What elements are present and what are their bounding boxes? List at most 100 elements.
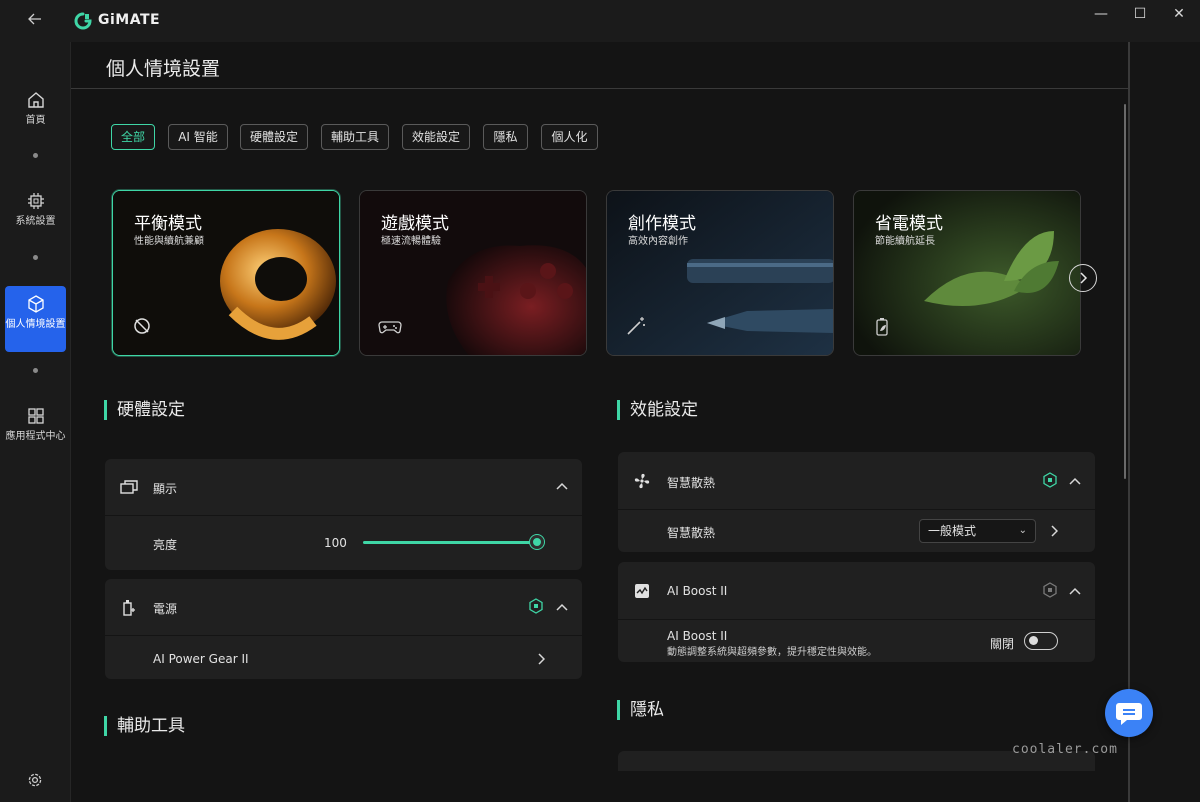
sidebar-item-label: 系統設置 (15, 216, 56, 227)
ai-badge-icon (529, 598, 543, 614)
sidebar-item-label: 個人情境設置 (5, 319, 66, 330)
chevron-up-icon[interactable] (556, 482, 568, 490)
chevron-right-icon[interactable] (1050, 525, 1058, 537)
brightness-label: 亮度 (153, 538, 178, 552)
sidebar: 首頁 系統設置 個人情境設置 應用程式中心 (0, 42, 70, 802)
sidebar-item-scenario[interactable]: 個人情境設置 (5, 286, 66, 352)
gear-icon[interactable] (27, 772, 43, 788)
cube-icon (27, 295, 44, 313)
apps-grid-icon (27, 408, 44, 424)
chevron-up-icon[interactable] (1069, 587, 1081, 595)
toggle-knob (1029, 636, 1038, 645)
main-content: 個人情境設置 全部 AI 智能 硬體設定 輔助工具 效能設定 隱私 個人化 平衡… (70, 42, 1130, 802)
sidebar-item-home[interactable]: 首頁 (5, 82, 66, 148)
nav-separator-dot (33, 368, 38, 373)
home-icon (27, 92, 44, 108)
brightness-slider-thumb[interactable] (530, 535, 544, 549)
brightness-value: 100 (324, 536, 347, 550)
power-battery-icon (123, 600, 135, 616)
sidebar-item-app-center[interactable]: 應用程式中心 (5, 398, 66, 464)
boost-state-label: 關閉 (990, 637, 1015, 651)
cooling-label: 智慧散熱 (667, 476, 716, 490)
balance-icon (134, 318, 150, 334)
sidebar-item-label: 首頁 (25, 115, 46, 126)
cooling-panel: 智慧散熱 智慧散熱 一般模式 ⌄ (618, 452, 1095, 552)
section-heading-performance: 效能設定 (617, 400, 698, 420)
cards-next-button[interactable] (1069, 264, 1097, 292)
maximize-button[interactable]: ☐ (1123, 4, 1157, 24)
chip-all[interactable]: 全部 (111, 124, 155, 150)
mode-card-creative[interactable]: 創作模式 高效內容創作 (606, 190, 834, 356)
battery-leaf-icon (876, 318, 888, 336)
nav-separator-dot (33, 153, 38, 158)
chevron-down-icon: ⌄ (1018, 525, 1027, 536)
arrow-left-icon (28, 13, 41, 25)
power-label: 電源 (153, 602, 178, 616)
cooling-row-label: 智慧散熱 (667, 526, 716, 540)
section-heading-privacy: 隱私 (617, 700, 664, 720)
watermark: coolaler.com (1012, 742, 1118, 757)
chip-accessibility[interactable]: 輔助工具 (321, 124, 389, 150)
power-panel: 電源 AI Power Gear II (105, 579, 582, 679)
panel-divider (105, 515, 582, 516)
scrollbar[interactable] (1124, 104, 1126, 479)
mode-card-gaming[interactable]: 遊戲模式 極速流暢體驗 (359, 190, 587, 356)
chat-bubble-icon (1116, 703, 1142, 725)
gamepad-icon (378, 321, 402, 334)
back-button[interactable] (24, 10, 46, 32)
mode-subtitle: 節能續航延長 (875, 236, 935, 247)
boost-row-title: AI Boost II (667, 629, 728, 643)
ai-badge-icon (1043, 472, 1057, 488)
panel-divider (618, 619, 1095, 620)
minimize-button[interactable]: — (1084, 4, 1118, 24)
power-gear-label[interactable]: AI Power Gear II (153, 652, 249, 666)
mode-subtitle: 極速流暢體驗 (381, 236, 441, 247)
chip-performance[interactable]: 效能設定 (402, 124, 470, 150)
chip-ai[interactable]: AI 智能 (168, 124, 228, 150)
chat-button[interactable] (1105, 689, 1153, 737)
boost-row-desc: 動態調整系統與超頻參數，提升穩定性與效能。 (667, 647, 877, 658)
chip-personalize[interactable]: 個人化 (541, 124, 598, 150)
mode-title: 創作模式 (628, 214, 696, 234)
title-divider (71, 88, 1129, 89)
boost-toggle[interactable] (1024, 632, 1058, 650)
page-title: 個人情境設置 (106, 58, 221, 80)
panel-divider (618, 509, 1095, 510)
display-icon (120, 480, 138, 494)
gimate-logo (74, 12, 92, 30)
mode-card-power-saving[interactable]: 省電模式 節能續航延長 (853, 190, 1081, 356)
app-brand: GiMATE (98, 12, 161, 28)
boost-panel: AI Boost II AI Boost II 動態調整系統與超頻參數，提升穩定… (618, 562, 1095, 662)
brightness-slider-track[interactable] (363, 541, 538, 544)
mode-subtitle: 性能與續航兼顧 (134, 236, 204, 247)
boost-label: AI Boost II (667, 584, 728, 598)
ai-badge-icon (1043, 582, 1057, 598)
display-label: 顯示 (153, 482, 178, 496)
app-window: GiMATE — ☐ ✕ 首頁 系統設置 個人情境設置 應用程式中心 個人情境設… (0, 0, 1200, 802)
sidebar-item-label: 應用程式中心 (5, 431, 66, 442)
mode-card-balanced[interactable]: 平衡模式 性能與續航兼顧 (112, 190, 340, 356)
mode-title: 平衡模式 (134, 214, 202, 234)
boost-chart-icon (635, 584, 649, 598)
panel-divider (105, 635, 582, 636)
mode-title: 省電模式 (875, 214, 943, 234)
chip-hardware[interactable]: 硬體設定 (240, 124, 308, 150)
magic-wand-icon (627, 317, 645, 335)
chip-privacy[interactable]: 隱私 (483, 124, 528, 150)
fan-icon (634, 473, 650, 489)
chevron-up-icon[interactable] (556, 603, 568, 611)
mode-subtitle: 高效內容創作 (628, 236, 688, 247)
nav-separator-dot (33, 255, 38, 260)
chevron-right-icon[interactable] (537, 653, 545, 665)
sidebar-item-system[interactable]: 系統設置 (5, 183, 66, 249)
chevron-right-icon (1080, 272, 1088, 284)
close-button[interactable]: ✕ (1162, 4, 1196, 24)
cooling-mode-value: 一般模式 (928, 524, 977, 538)
chevron-up-icon[interactable] (1069, 477, 1081, 485)
cooling-mode-select[interactable]: 一般模式 ⌄ (919, 519, 1036, 543)
mode-title: 遊戲模式 (381, 214, 449, 234)
display-panel: 顯示 亮度 100 (105, 459, 582, 570)
section-heading-hardware: 硬體設定 (104, 400, 185, 420)
section-heading-accessibility: 輔助工具 (104, 716, 185, 736)
chip-icon (27, 193, 44, 209)
